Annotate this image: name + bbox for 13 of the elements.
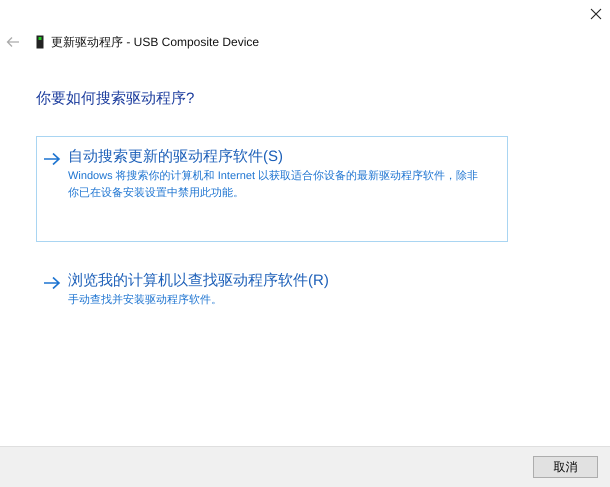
window-title: 更新驱动程序 - USB Composite Device xyxy=(51,34,260,50)
option-link[interactable]: 浏览我的计算机以查找驱动程序软件(R) 手动查找并安装驱动程序软件。 xyxy=(36,260,508,324)
device-icon xyxy=(36,35,44,49)
arrow-icon xyxy=(43,152,61,166)
cancel-button[interactable]: 取消 xyxy=(533,456,598,478)
option-description: Windows 将搜索你的计算机和 Internet 以获取适合你设备的最新驱动程序软件，除非你已在设备安装设置中禁用此功能。 xyxy=(68,168,480,201)
close-icon[interactable] xyxy=(590,8,602,20)
option-link[interactable]: 自动搜索更新的驱动程序软件(S) Windows 将搜索你的计算机和 Internet 以获取适合你设备的最新驱动程序软件，除非你已在设备安装设置中禁用此功能。 xyxy=(36,136,508,242)
arrow-icon xyxy=(43,276,61,290)
option-description: 手动查找并安装驱动程序软件。 xyxy=(68,292,223,308)
page-heading: 你要如何搜索驱动程序? xyxy=(36,89,196,108)
option-title: 自动搜索更新的驱动程序软件(S) xyxy=(68,147,284,166)
option-title: 浏览我的计算机以查找驱动程序软件(R) xyxy=(68,271,330,290)
